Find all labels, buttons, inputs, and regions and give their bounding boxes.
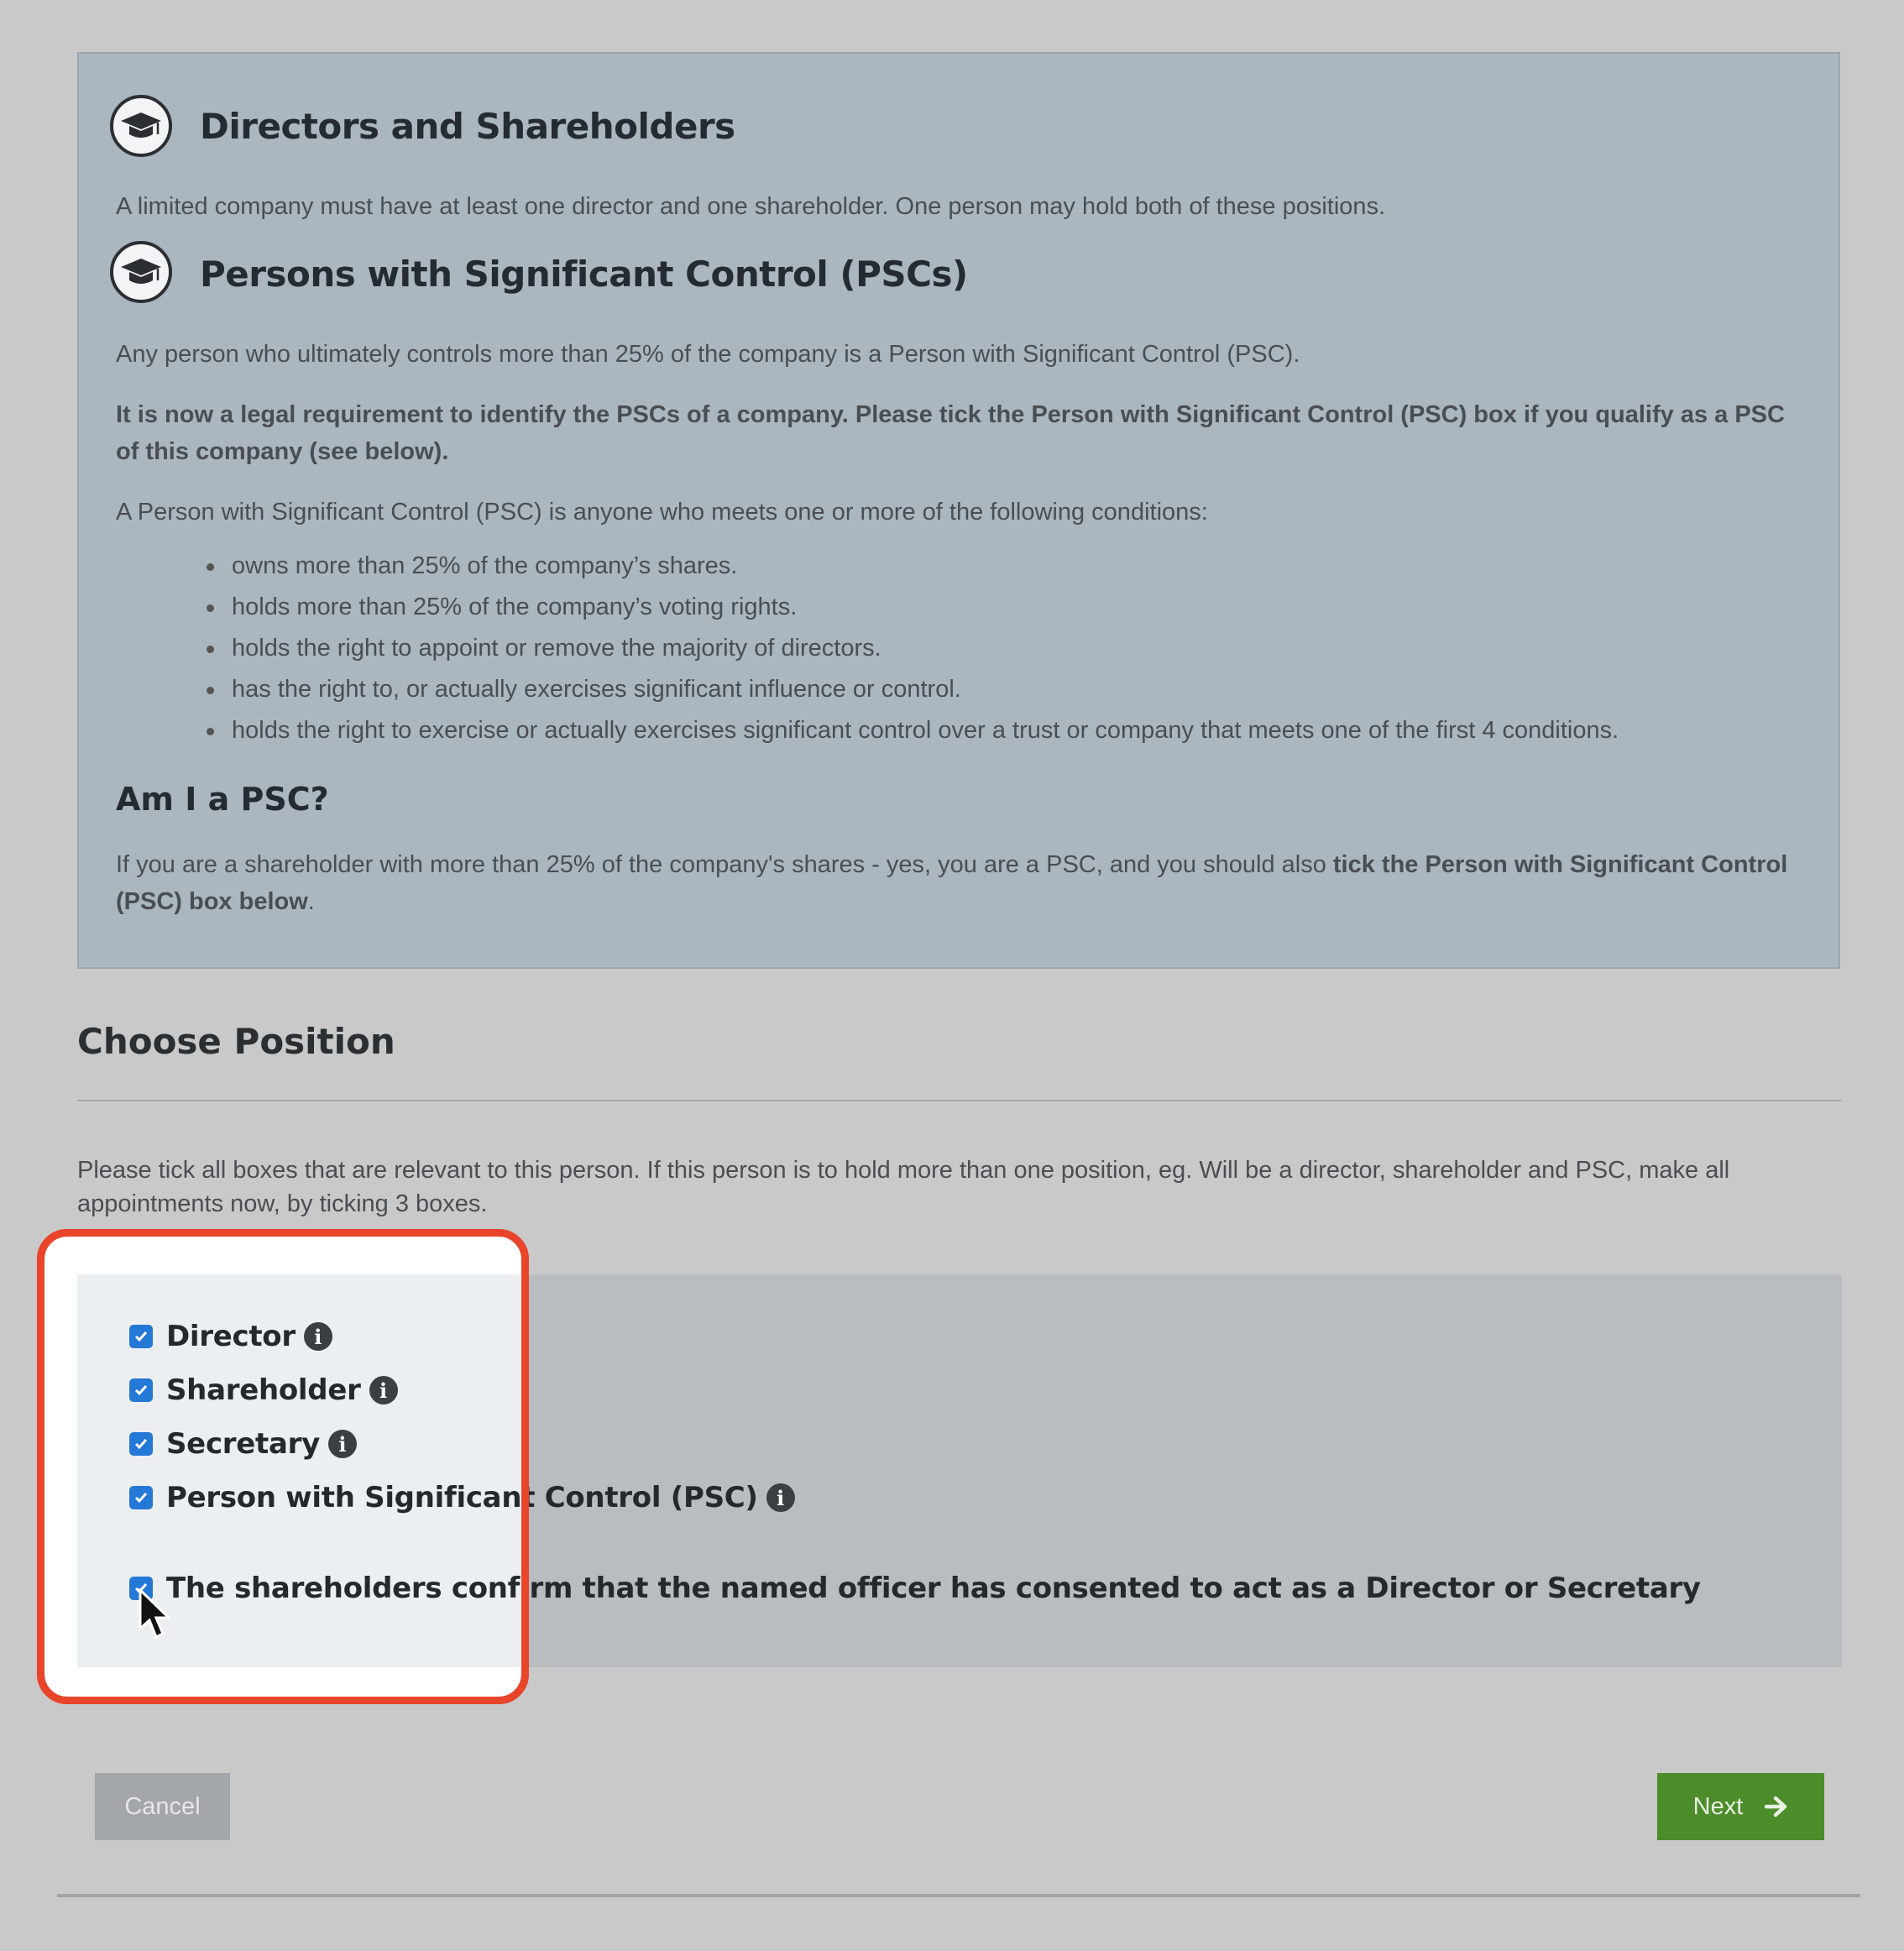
position-instructions: Please tick all boxes that are relevant … xyxy=(77,1157,1730,1217)
am-i-psc-text: If you are a shareholder with more than … xyxy=(116,851,1788,915)
am-i-psc-heading: Am I a PSC? xyxy=(116,781,329,818)
footer-divider xyxy=(57,1894,1860,1897)
psc-intro: Any person who ultimately controls more … xyxy=(116,341,1300,368)
list-item: holds the right to appoint or remove the… xyxy=(207,628,1619,669)
psc-conditions-intro: A Person with Significant Control (PSC) … xyxy=(116,499,1208,526)
list-item: holds more than 25% of the company’s vot… xyxy=(207,587,1619,628)
highlight-annotation-border xyxy=(37,1229,529,1704)
info-panel: Directors and Shareholders A limited com… xyxy=(77,52,1840,969)
psc-legal-notice: It is now a legal requirement to identif… xyxy=(116,401,1785,465)
divider xyxy=(77,1100,1842,1101)
next-button[interactable]: Next xyxy=(1657,1773,1824,1840)
cancel-button-label: Cancel xyxy=(124,1792,201,1820)
psc-heading: Persons with Significant Control (PSCs) xyxy=(200,254,968,295)
directors-heading: Directors and Shareholders xyxy=(200,106,735,147)
list-item: holds the right to exercise or actually … xyxy=(207,710,1619,751)
info-circle-icon[interactable]: i xyxy=(766,1483,795,1512)
directors-text: A limited company must have at least one… xyxy=(116,193,1386,220)
graduation-cap-icon xyxy=(110,241,172,303)
list-item: owns more than 25% of the company’s shar… xyxy=(207,546,1619,587)
list-item: has the right to, or actually exercises … xyxy=(207,669,1619,710)
cancel-button[interactable]: Cancel xyxy=(95,1773,230,1840)
graduation-cap-icon xyxy=(110,95,172,157)
choose-position-title: Choose Position xyxy=(77,1021,395,1062)
next-button-label: Next xyxy=(1692,1792,1744,1820)
psc-conditions-list: owns more than 25% of the company’s shar… xyxy=(207,546,1619,751)
mouse-cursor-icon xyxy=(139,1588,172,1640)
arrow-right-icon xyxy=(1765,1796,1788,1818)
